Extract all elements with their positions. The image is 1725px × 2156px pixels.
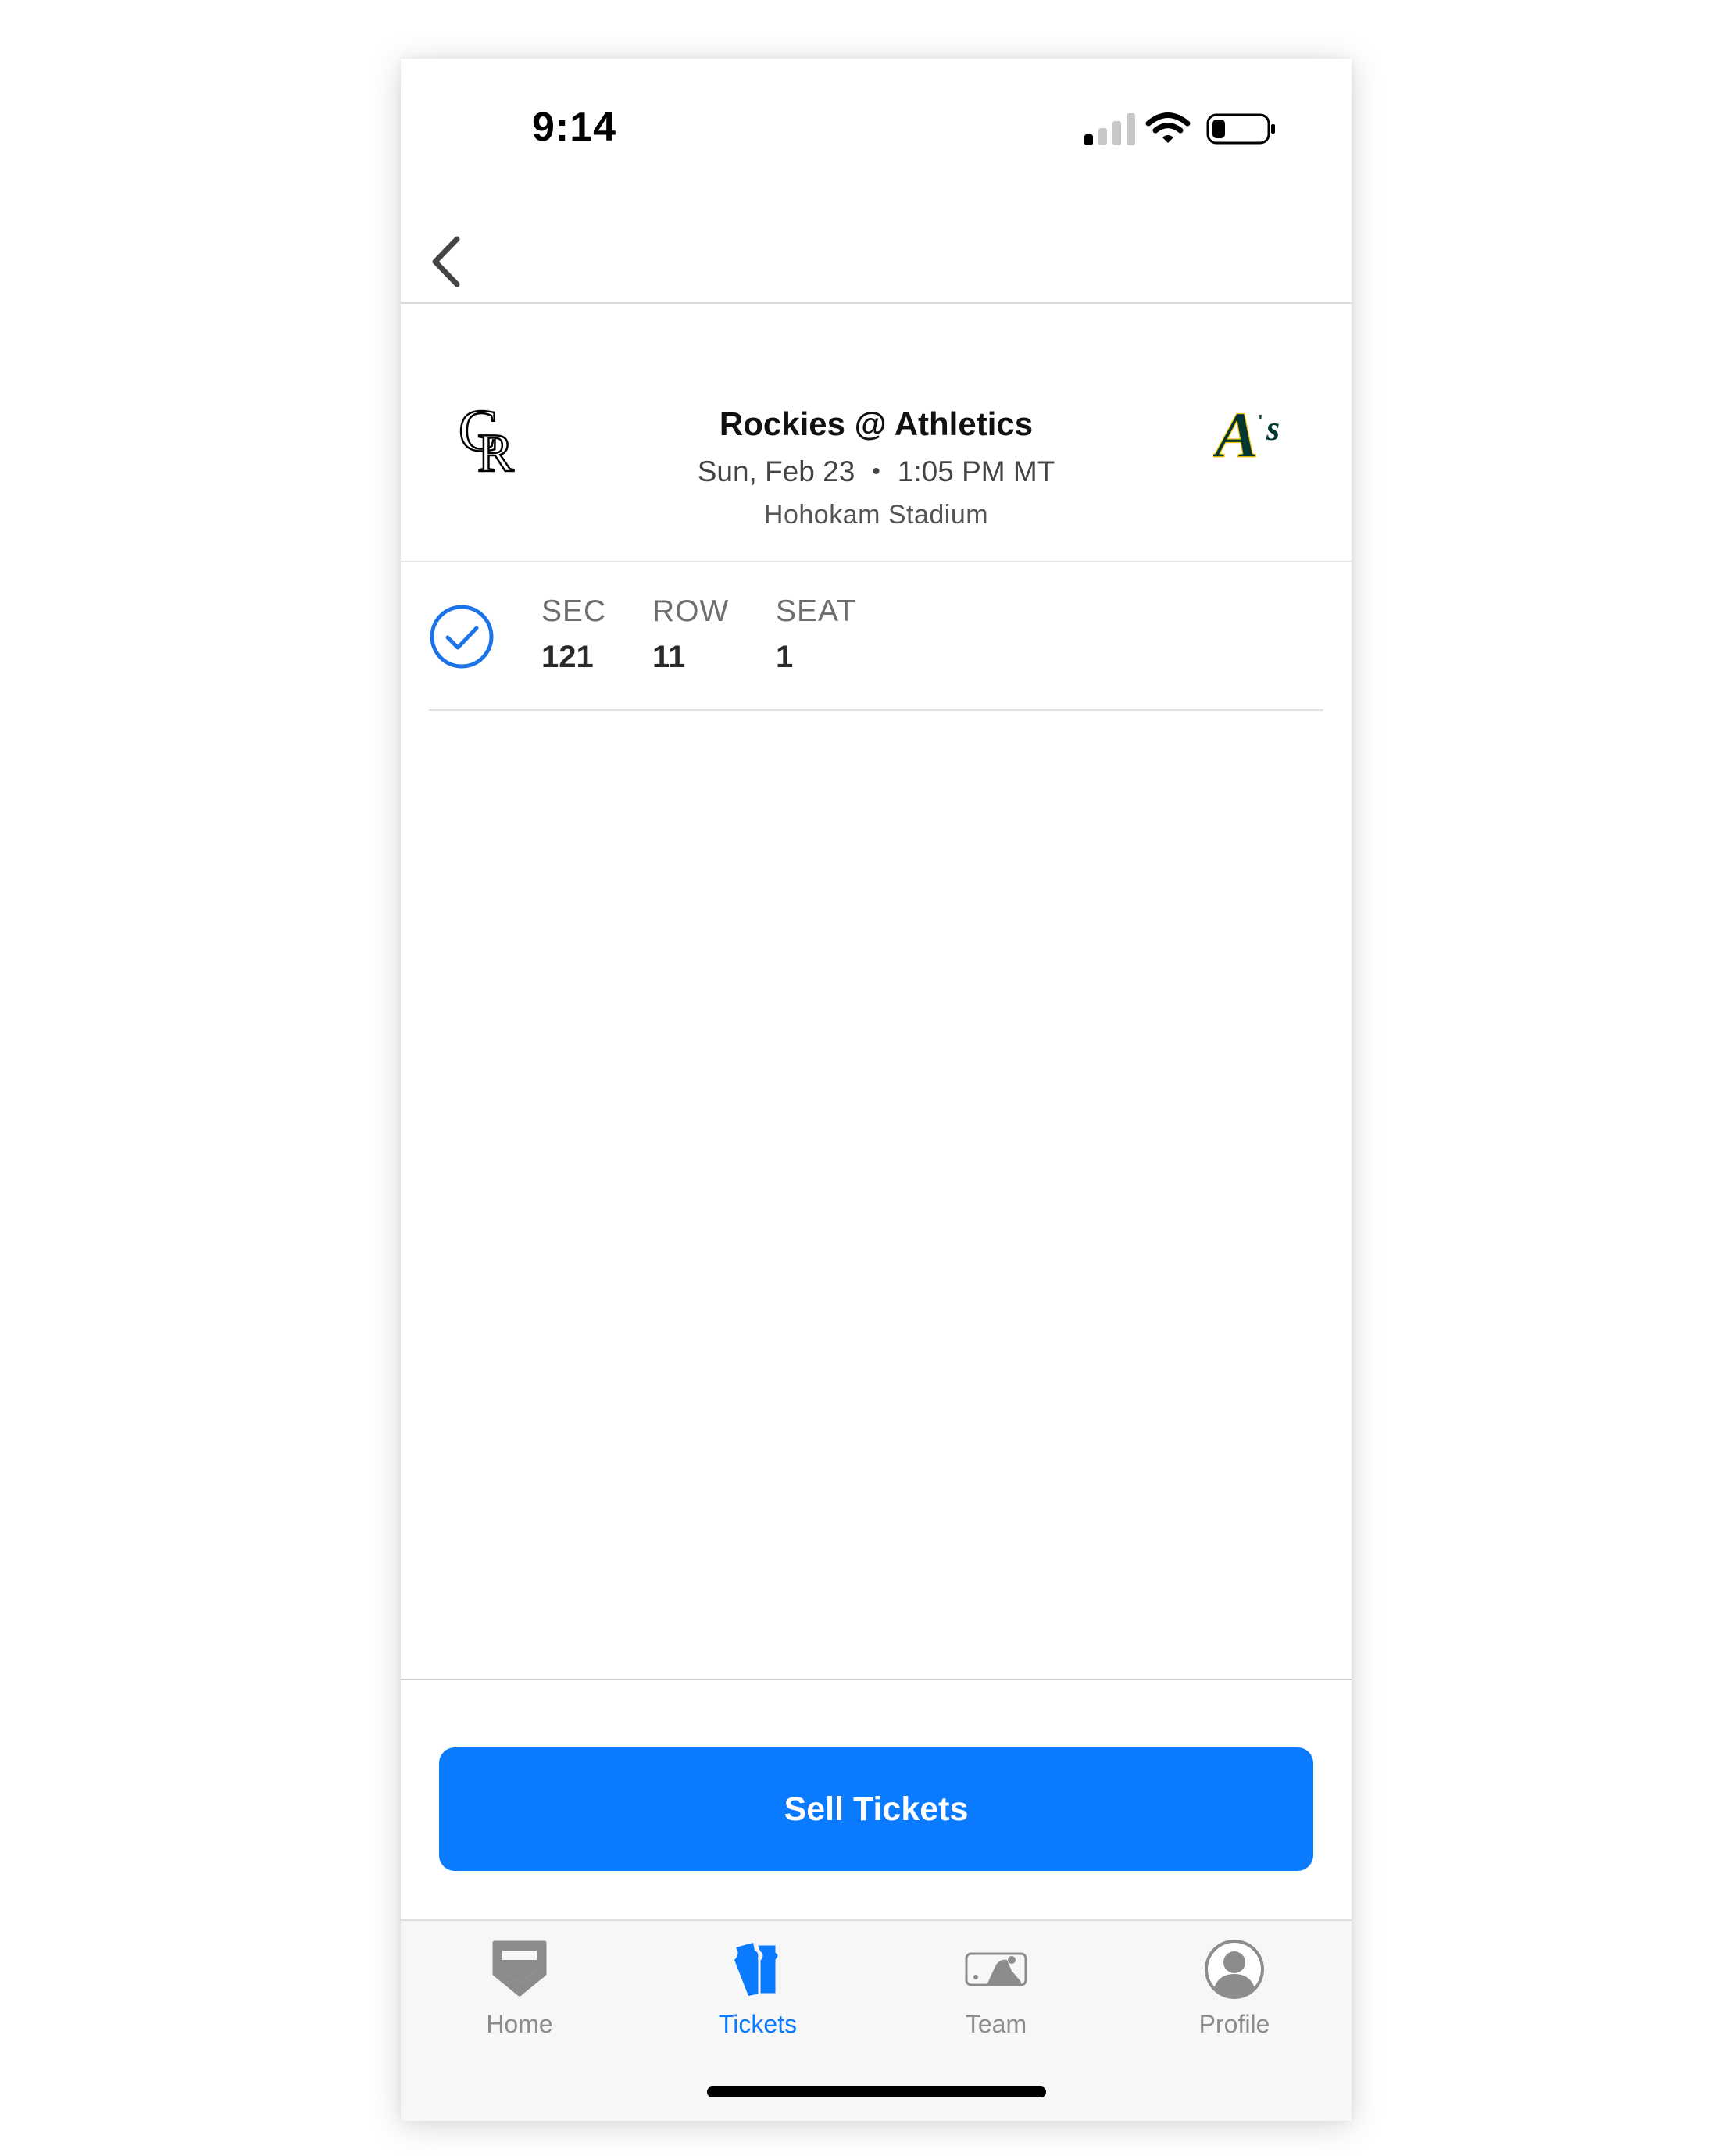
athletics-logo: A ' s — [1213, 398, 1280, 472]
tab-team[interactable]: Team — [918, 1921, 1074, 2046]
game-datetime: Sun, Feb 23 • 1:05 PM MT — [401, 455, 1352, 488]
game-time: 1:05 PM MT — [897, 455, 1055, 487]
battery-icon — [1206, 113, 1275, 145]
sell-tickets-button[interactable]: Sell Tickets — [439, 1747, 1313, 1871]
game-date: Sun, Feb 23 — [697, 455, 855, 487]
row-label: ROW — [652, 594, 730, 628]
tab-home-label: Home — [486, 2010, 553, 2038]
tab-profile[interactable]: Profile — [1156, 1921, 1312, 2046]
tab-home[interactable]: Home — [441, 1921, 598, 2046]
wifi-icon — [1145, 112, 1191, 143]
tickets-icon — [734, 1943, 780, 1996]
seat-label: SEAT — [776, 594, 856, 628]
chevron-left-icon — [432, 236, 460, 287]
seat-divider — [429, 709, 1323, 711]
action-divider — [401, 1679, 1352, 1680]
game-title: Rockies @ Athletics — [719, 405, 1034, 442]
back-button[interactable] — [415, 224, 477, 299]
header-divider — [401, 561, 1352, 562]
status-time: 9:14 — [532, 105, 617, 150]
team-logo-icon — [965, 1952, 1027, 1986]
home-plate-icon — [492, 1940, 547, 1997]
tab-team-label: Team — [965, 2010, 1027, 2038]
section-label: SEC — [541, 594, 607, 628]
seat-selected-check-icon[interactable] — [429, 604, 495, 669]
home-indicator — [707, 2086, 1046, 2097]
row-value: 11 — [652, 640, 686, 674]
svg-text:A: A — [1213, 399, 1259, 472]
nav-divider — [401, 302, 1352, 304]
svg-text:': ' — [1259, 412, 1262, 430]
seat-number: SEAT 1 — [776, 594, 856, 675]
cellular-signal-icon — [1084, 113, 1135, 145]
seat-value: 1 — [776, 640, 794, 674]
separator-dot: • — [872, 459, 880, 484]
tab-tickets[interactable]: Tickets — [680, 1921, 836, 2046]
game-venue: Hohokam Stadium — [763, 500, 989, 530]
tab-tickets-label: Tickets — [718, 2010, 798, 2038]
section-value: 121 — [541, 640, 594, 674]
profile-icon — [1205, 1940, 1264, 1999]
svg-text:s: s — [1266, 409, 1280, 448]
seat-row: ROW 11 — [652, 594, 729, 675]
tab-profile-label: Profile — [1198, 2010, 1270, 2038]
phone-screen: 9:14 C R Rockies @ Athletics Sun, Feb 23… — [401, 59, 1352, 2121]
seat-section: SEC 121 — [541, 594, 606, 675]
